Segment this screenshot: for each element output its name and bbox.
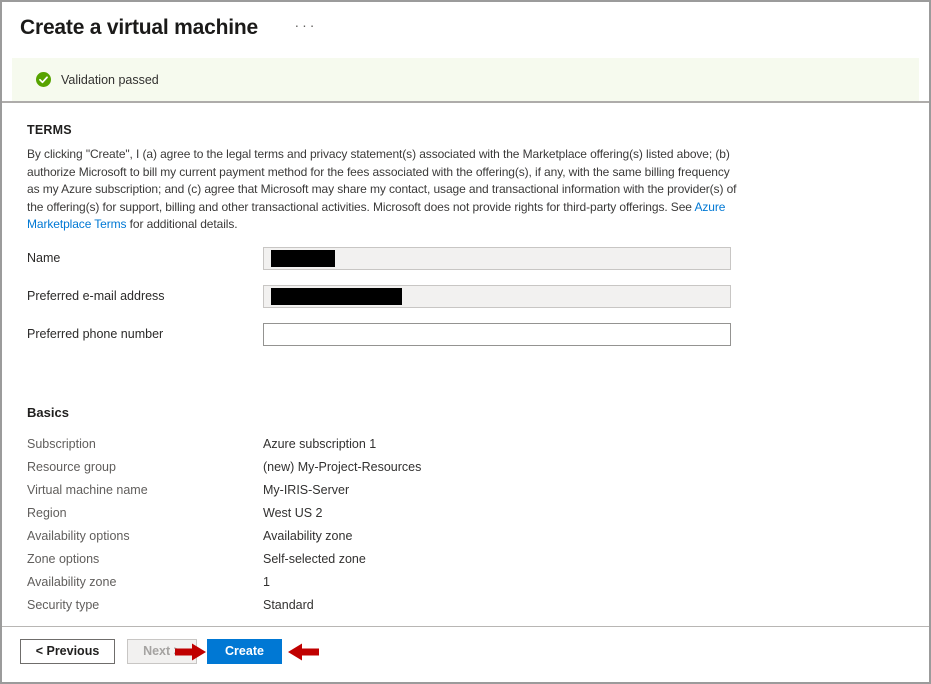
header-divider xyxy=(2,101,929,103)
basics-summary: Subscription Azure subscription 1 Resour… xyxy=(27,433,904,617)
terms-heading: TERMS xyxy=(27,123,904,137)
name-input xyxy=(263,247,731,270)
summary-row-security-type: Security type Standard xyxy=(27,594,904,617)
summary-value: (new) My-Project-Resources xyxy=(263,460,421,474)
summary-row-subscription: Subscription Azure subscription 1 xyxy=(27,433,904,456)
phone-label: Preferred phone number xyxy=(27,327,263,341)
summary-value: Availability zone xyxy=(263,529,352,543)
summary-value: Azure subscription 1 xyxy=(263,437,376,451)
terms-text-after-link: for additional details. xyxy=(126,217,237,231)
email-field-row: Preferred e-mail address xyxy=(27,285,904,308)
main-content: TERMS By clicking "Create", I (a) agree … xyxy=(2,123,929,617)
annotation-arrow-left-icon xyxy=(288,643,319,661)
footer-actions: < Previous Next > Create xyxy=(2,627,929,664)
name-field-row: Name xyxy=(27,247,904,270)
summary-label: Security type xyxy=(27,598,263,612)
summary-label: Availability zone xyxy=(27,575,263,589)
more-options-icon[interactable]: ··· xyxy=(294,17,317,33)
email-input xyxy=(263,285,731,308)
summary-value: 1 xyxy=(263,575,270,589)
summary-row-availability-options: Availability options Availability zone xyxy=(27,525,904,548)
summary-label: Zone options xyxy=(27,552,263,566)
summary-row-zone-options: Zone options Self-selected zone xyxy=(27,548,904,571)
summary-label: Availability options xyxy=(27,529,263,543)
summary-row-resource-group: Resource group (new) My-Project-Resource… xyxy=(27,456,904,479)
annotation-arrow-right-icon xyxy=(175,643,206,661)
summary-row-region: Region West US 2 xyxy=(27,502,904,525)
phone-field-row: Preferred phone number xyxy=(27,323,904,346)
terms-text-before-link: By clicking "Create", I (a) agree to the… xyxy=(27,147,736,214)
basics-heading: Basics xyxy=(27,405,904,420)
phone-input[interactable] xyxy=(263,323,731,346)
redaction-box xyxy=(271,250,335,267)
summary-value: My-IRIS-Server xyxy=(263,483,349,497)
summary-label: Region xyxy=(27,506,263,520)
summary-label: Resource group xyxy=(27,460,263,474)
summary-row-availability-zone: Availability zone 1 xyxy=(27,571,904,594)
terms-paragraph: By clicking "Create", I (a) agree to the… xyxy=(27,146,739,234)
email-label: Preferred e-mail address xyxy=(27,289,263,303)
name-label: Name xyxy=(27,251,263,265)
redaction-box xyxy=(271,288,402,305)
summary-label: Virtual machine name xyxy=(27,483,263,497)
summary-value: West US 2 xyxy=(263,506,323,520)
success-check-icon xyxy=(36,72,51,87)
create-button[interactable]: Create xyxy=(207,639,282,664)
previous-button[interactable]: < Previous xyxy=(20,639,115,664)
header: Create a virtual machine ··· xyxy=(2,2,929,43)
create-vm-window: Create a virtual machine ··· Validation … xyxy=(0,0,931,684)
validation-banner-text: Validation passed xyxy=(61,73,159,87)
validation-banner: Validation passed xyxy=(12,58,919,101)
summary-label: Subscription xyxy=(27,437,263,451)
summary-row-vm-name: Virtual machine name My-IRIS-Server xyxy=(27,479,904,502)
summary-value: Standard xyxy=(263,598,314,612)
page-title: Create a virtual machine xyxy=(20,13,258,43)
summary-value: Self-selected zone xyxy=(263,552,366,566)
